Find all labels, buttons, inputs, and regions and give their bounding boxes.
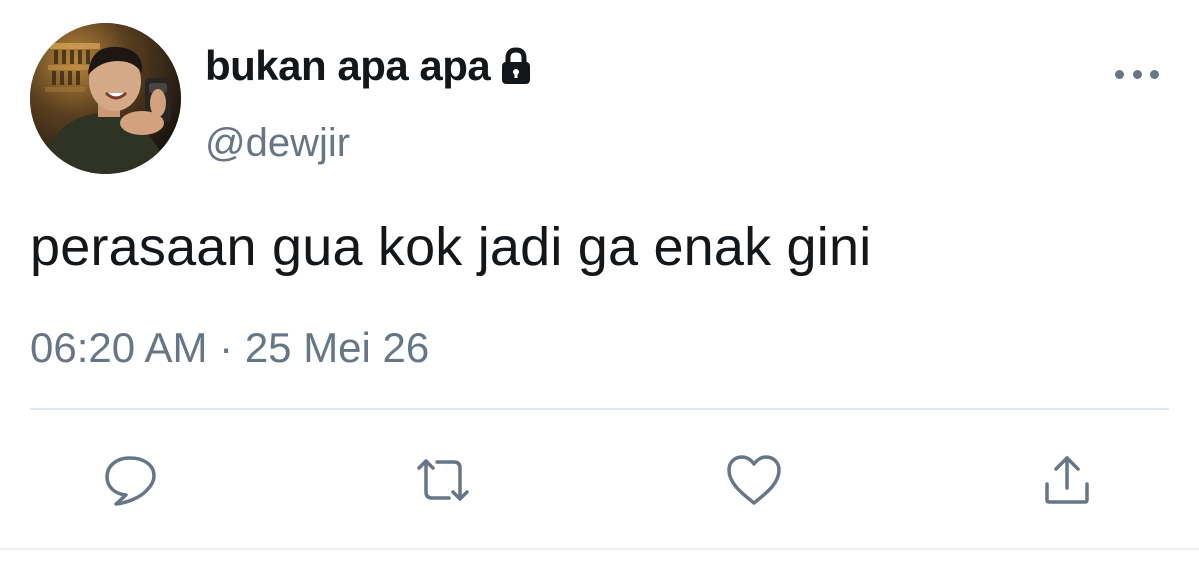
tweet-card: bukan apa apa @dewjir perasaan gua kok j… [0,0,1199,568]
display-name-text: bukan apa apa [205,42,491,89]
bottom-divider [0,548,1199,550]
heart-icon [727,455,781,505]
like-button[interactable] [724,450,784,510]
tweet-text: perasaan gua kok jadi ga enak gini [30,217,872,277]
divider [30,408,1169,410]
retweet-button[interactable] [413,450,473,510]
meta-separator: · [219,324,234,371]
reply-bubble-icon [105,456,156,506]
share-button[interactable] [1037,450,1097,510]
lock-icon [498,46,534,86]
share-upload-icon [1045,456,1089,504]
more-horizontal-icon[interactable] [1115,62,1159,86]
user-handle[interactable]: @dewjir [205,118,350,168]
tweet-time: 06:20 AM [30,324,208,371]
tweet-date: 25 Mei 26 [244,324,430,371]
reply-button[interactable] [100,450,160,510]
action-bar [0,450,1199,510]
tweet-timestamp[interactable]: 06:20 AM · 25 Mei 26 [30,322,429,374]
retweet-icon [417,459,469,501]
display-name[interactable]: bukan apa apa [205,40,534,92]
avatar[interactable] [30,23,181,174]
